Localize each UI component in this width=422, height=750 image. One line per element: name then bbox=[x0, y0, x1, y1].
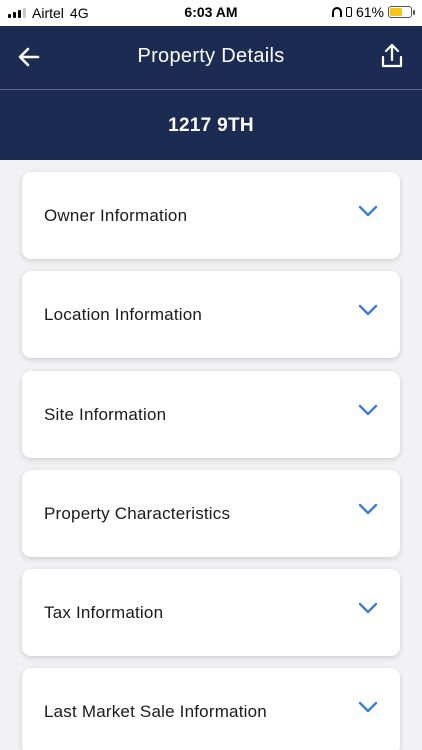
section-label: Owner Information bbox=[44, 206, 188, 225]
battery-fill bbox=[390, 8, 402, 16]
section-site-information[interactable]: Site Information bbox=[22, 371, 400, 458]
battery-icon bbox=[388, 6, 415, 18]
property-address: 1217 9TH bbox=[168, 115, 254, 136]
section-label: Site Information bbox=[44, 405, 167, 424]
status-bar: Airtel 4G 6:03 AM 61% bbox=[0, 0, 422, 26]
share-button[interactable] bbox=[378, 40, 406, 72]
chevron-down-icon[interactable] bbox=[358, 303, 378, 317]
nav-row: Property Details bbox=[0, 26, 422, 89]
chevron-down-icon[interactable] bbox=[358, 403, 378, 417]
chevron-down-icon[interactable] bbox=[358, 700, 378, 714]
header-divider bbox=[0, 89, 422, 90]
share-upload-icon bbox=[381, 43, 403, 68]
section-label: Property Characteristics bbox=[44, 504, 231, 523]
section-label: Tax Information bbox=[44, 603, 164, 622]
chevron-down-icon[interactable] bbox=[358, 601, 378, 615]
battery-percent: 61% bbox=[355, 4, 384, 20]
section-location-information[interactable]: Location Information bbox=[22, 271, 400, 358]
headphones-icon bbox=[331, 7, 342, 17]
page-title: Property Details bbox=[137, 45, 285, 67]
sections-list: Owner Information Location Information S… bbox=[0, 160, 422, 750]
section-label: Last Market Sale Information bbox=[44, 702, 267, 721]
section-tax-information[interactable]: Tax Information bbox=[22, 569, 400, 656]
chevron-down-icon[interactable] bbox=[358, 502, 378, 516]
app-header: Property Details 1217 9TH bbox=[0, 26, 422, 160]
section-property-characteristics[interactable]: Property Characteristics bbox=[22, 470, 400, 557]
section-last-market-sale-information[interactable]: Last Market Sale Information bbox=[22, 668, 400, 750]
status-right: 61% bbox=[331, 4, 415, 20]
section-owner-information[interactable]: Owner Information bbox=[22, 172, 400, 259]
orientation-lock-icon bbox=[345, 7, 352, 17]
chevron-down-icon[interactable] bbox=[358, 204, 378, 218]
section-label: Location Information bbox=[44, 305, 203, 324]
